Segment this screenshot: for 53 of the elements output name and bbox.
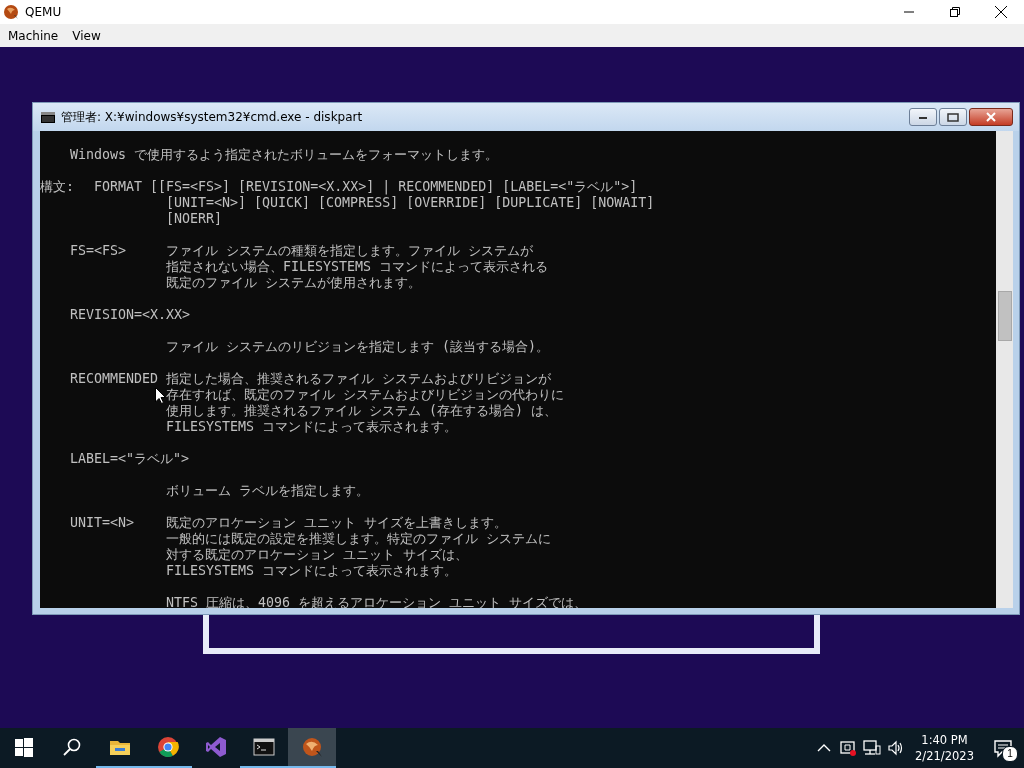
console-line: FILESYSTEMS コマンドによって表示されます。 xyxy=(166,563,458,579)
option-name: FS=<FS> xyxy=(70,243,128,259)
console-line: 使用します。推奨されるファイル システム (存在する場合) は、 xyxy=(166,403,558,419)
console-line: ファイル システムの種類を指定します。ファイル システムが xyxy=(166,243,533,259)
console-icon xyxy=(41,111,55,123)
console-line: 一般的には既定の設定を推奨します。特定のファイル システムに xyxy=(166,531,551,547)
menu-item[interactable]: Machine xyxy=(3,26,64,45)
option-name: REVISION=<X.XX> xyxy=(70,307,191,323)
mouse-cursor-icon xyxy=(155,387,166,404)
console-line: 存在すれば、既定のファイル システムおよびリビジョンの代わりに xyxy=(166,387,564,403)
notification-count: 1 xyxy=(1002,746,1018,762)
option-name: LABEL=<"ラベル"> xyxy=(70,451,190,467)
console-line: 既定のアロケーション ユニット サイズを上書きします。 xyxy=(166,515,507,531)
console-line: 指定されない場合、FILESYSTEMS コマンドによって表示される xyxy=(166,259,549,275)
console-line: [NOERR] xyxy=(166,211,223,227)
close-button[interactable] xyxy=(969,108,1013,126)
minimize-button[interactable] xyxy=(909,108,937,126)
qemu-icon xyxy=(3,4,19,20)
time-text: 1:40 PM xyxy=(921,732,968,748)
window-title: 管理者: X:¥windows¥system32¥cmd.exe - diskpart xyxy=(61,108,364,126)
option-name: UNIT=<N> xyxy=(70,515,136,531)
network-icon[interactable] xyxy=(863,739,882,757)
console-line: ファイル システムのリビジョンを指定します (該当する場合)。 xyxy=(166,339,550,355)
close-icon xyxy=(995,6,1007,18)
maximize-button[interactable] xyxy=(939,108,967,126)
visual-studio-icon xyxy=(205,736,227,758)
chrome-icon xyxy=(157,736,179,758)
console-line: 指定した場合、推奨されるファイル システムおよびリビジョンが xyxy=(166,371,551,387)
minimize-icon xyxy=(918,114,928,120)
message-icon xyxy=(993,738,1013,758)
clock[interactable]: 1:40 PM 2/21/2023 xyxy=(915,732,974,764)
console-line: 対する既定のアロケーション ユニット サイズは、 xyxy=(166,547,468,563)
search-icon xyxy=(61,736,83,758)
scrollbar[interactable] xyxy=(996,131,1013,608)
notification-button[interactable]: 1 xyxy=(988,733,1018,763)
console-line: FILESYSTEMS コマンドによって表示されます。 xyxy=(166,419,458,435)
console-line: 既定のファイル システムが使用されます。 xyxy=(166,275,421,291)
terminal-icon xyxy=(253,736,275,758)
window-title: QEMU xyxy=(25,5,63,19)
qemu-icon xyxy=(301,736,323,758)
console-line: FORMAT [[FS=<FS>] [REVISION=<X.XX>] | RECOMMENDED] [LABEL=<"ラベル">] xyxy=(94,179,638,195)
syntax-label: 構文: xyxy=(40,179,75,195)
restore-icon xyxy=(950,7,960,17)
shield-icon[interactable] xyxy=(839,739,858,757)
console-line: ボリューム ラベルを指定します。 xyxy=(166,483,369,499)
close-icon xyxy=(985,112,997,122)
windows-logo-icon xyxy=(13,736,35,758)
option-name: RECOMMENDED xyxy=(70,371,160,387)
maximize-icon xyxy=(947,112,959,122)
console-line: Windows で使用するよう指定されたボリュームをフォーマットします。 xyxy=(70,147,499,163)
date-text: 2/21/2023 xyxy=(915,748,974,764)
menu-item[interactable]: View xyxy=(67,26,106,45)
console-line: [UNIT=<N>] [QUICK] [COMPRESS] [OVERRIDE] [DUPLICATE] [NOWAIT] xyxy=(166,195,655,211)
